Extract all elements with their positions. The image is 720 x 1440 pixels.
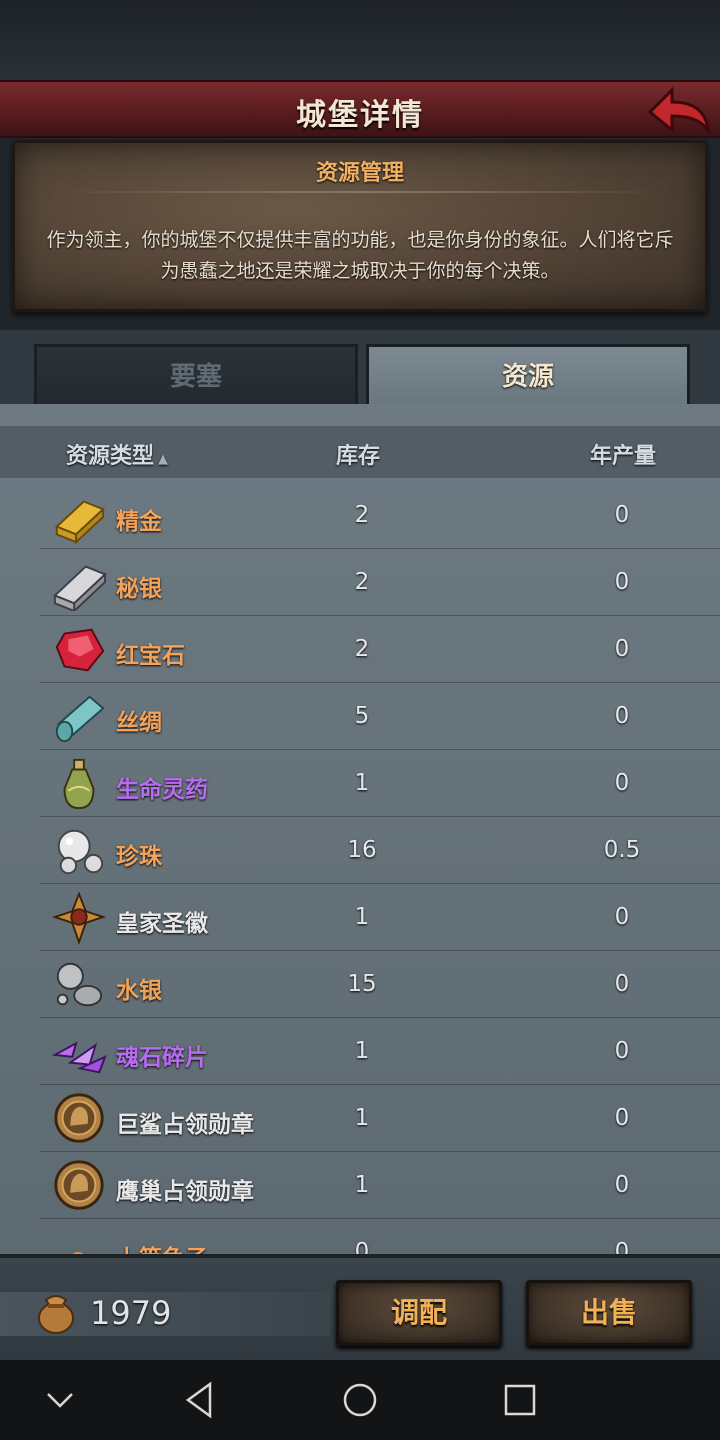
- gold-sack-icon: [38, 1295, 74, 1334]
- resource-annual-output: 0: [614, 1038, 630, 1064]
- intro-panel: 资源管理 作为领主，你的城堡不仅提供丰富的功能，也是你身份的象征。人们将它斥为愚…: [12, 140, 708, 312]
- resource-name: 巨鲨占领勋章: [116, 1112, 254, 1138]
- table-row[interactable]: 生命灵药 1 0: [40, 750, 720, 817]
- resource-name: 珍珠: [116, 844, 162, 870]
- soulstone-shard-icon: [51, 1041, 107, 1074]
- resource-name: 精金: [116, 509, 162, 535]
- column-header-type[interactable]: 资源类型 ▲: [66, 438, 168, 470]
- resource-stock: 16: [347, 837, 377, 863]
- nav-recent-icon[interactable]: [498, 1378, 542, 1422]
- table-row[interactable]: 秘银 2 0: [40, 549, 720, 616]
- medal-icon: [54, 1160, 104, 1210]
- gold-amount: 1979: [90, 1294, 172, 1332]
- intro-divider: [55, 191, 665, 193]
- resource-annual-output: 0: [614, 1239, 630, 1254]
- gold-ingot-icon: [55, 500, 105, 544]
- resource-stock: 5: [354, 703, 370, 729]
- tab-fortress[interactable]: 要塞: [34, 344, 358, 404]
- resource-annual-output: 0: [614, 770, 630, 796]
- table-header: 资源类型 ▲ 库存 年产量: [0, 426, 720, 478]
- table-row[interactable]: 巨鲨占领勋章 1 0: [40, 1085, 720, 1152]
- resource-stock: 1: [354, 1172, 370, 1198]
- table-row[interactable]: 水银 15 0: [40, 951, 720, 1018]
- resource-stock: 2: [354, 502, 370, 528]
- title-bar: 城堡详情: [0, 80, 720, 138]
- nav-back-icon[interactable]: [178, 1378, 222, 1422]
- resource-annual-output: 0: [614, 971, 630, 997]
- resource-annual-output: 0: [614, 703, 630, 729]
- system-navigation-bar: [0, 1360, 720, 1440]
- table-row[interactable]: 魂石碎片 1 0: [40, 1018, 720, 1085]
- resource-name: 鹰巢占领勋章: [116, 1179, 254, 1205]
- resource-name: 秘银: [116, 576, 162, 602]
- sort-ascending-icon: ▲: [158, 452, 169, 467]
- table-row[interactable]: 皇家圣徽 1 0: [40, 884, 720, 951]
- resource-name: 红宝石: [116, 643, 185, 669]
- intro-text: 作为领主，你的城堡不仅提供丰富的功能，也是你身份的象征。人们将它斥为愚蠢之地还是…: [46, 229, 674, 282]
- table-row[interactable]: 上等鱼子 0 0: [40, 1219, 720, 1254]
- page-title: 城堡详情: [296, 98, 424, 133]
- caviar-icon: [72, 1252, 84, 1254]
- resource-annual-output: 0: [614, 636, 630, 662]
- resource-stock: 0: [354, 1239, 370, 1254]
- resource-annual-output: 0: [614, 502, 630, 528]
- resource-annual-output: 0: [614, 904, 630, 930]
- resource-stock: 1: [354, 770, 370, 796]
- resource-name: 丝绸: [116, 710, 162, 736]
- resource-name: 上等鱼子: [116, 1239, 208, 1254]
- nav-down-icon[interactable]: [38, 1378, 82, 1422]
- back-arrow-icon: [647, 86, 711, 135]
- back-button[interactable]: [646, 84, 712, 138]
- intro-title: 资源管理: [315, 161, 404, 186]
- resource-annual-output: 0.5: [603, 837, 641, 863]
- resource-name: 魂石碎片: [116, 1045, 208, 1071]
- elixir-bottle-icon: [63, 758, 95, 810]
- status-bar-area: [0, 0, 720, 80]
- ruby-icon: [55, 628, 105, 672]
- table-row[interactable]: 红宝石 2 0: [40, 616, 720, 683]
- silk-roll-icon: [55, 695, 105, 743]
- table-row[interactable]: 鹰巢占领勋章 1 0: [40, 1152, 720, 1219]
- tab-resources[interactable]: 资源: [366, 344, 690, 404]
- table-row[interactable]: 珍珠 16 0.5: [40, 817, 720, 884]
- royal-emblem-icon: [51, 891, 107, 946]
- resource-name: 水银: [116, 978, 162, 1004]
- column-header-annual[interactable]: 年产量: [590, 438, 656, 470]
- allot-button[interactable]: 调配: [336, 1280, 502, 1346]
- resource-name: 皇家圣徽: [116, 911, 208, 937]
- column-header-stock[interactable]: 库存: [336, 438, 380, 470]
- table-row[interactable]: 丝绸 5 0: [40, 683, 720, 750]
- resource-annual-output: 0: [614, 569, 630, 595]
- resource-stock: 1: [354, 1038, 370, 1064]
- medal-icon: [54, 1093, 104, 1143]
- table-row[interactable]: 精金 2 0: [40, 482, 720, 549]
- mercury-icon: [56, 962, 103, 1007]
- resource-annual-output: 0: [614, 1172, 630, 1198]
- sell-button[interactable]: 出售: [526, 1280, 692, 1346]
- resource-stock: 15: [347, 971, 377, 997]
- mithril-ingot-icon: [53, 565, 107, 611]
- resource-name: 生命灵药: [116, 777, 208, 803]
- resource-stock: 1: [354, 904, 370, 930]
- nav-home-icon[interactable]: [338, 1378, 382, 1422]
- resource-table[interactable]: 资源类型 ▲ 库存 年产量 精金 2 0 秘银 2 0 红宝石 2 0 丝绸 5 0 生命灵药 1 0 珍珠 16…: [0, 404, 720, 1254]
- resource-annual-output: 0: [614, 1105, 630, 1131]
- resource-stock: 2: [354, 569, 370, 595]
- resource-stock: 2: [354, 636, 370, 662]
- bottom-bar: 1979 调配 出售: [0, 1254, 720, 1360]
- resource-stock: 1: [354, 1105, 370, 1131]
- pearl-icon: [57, 829, 104, 875]
